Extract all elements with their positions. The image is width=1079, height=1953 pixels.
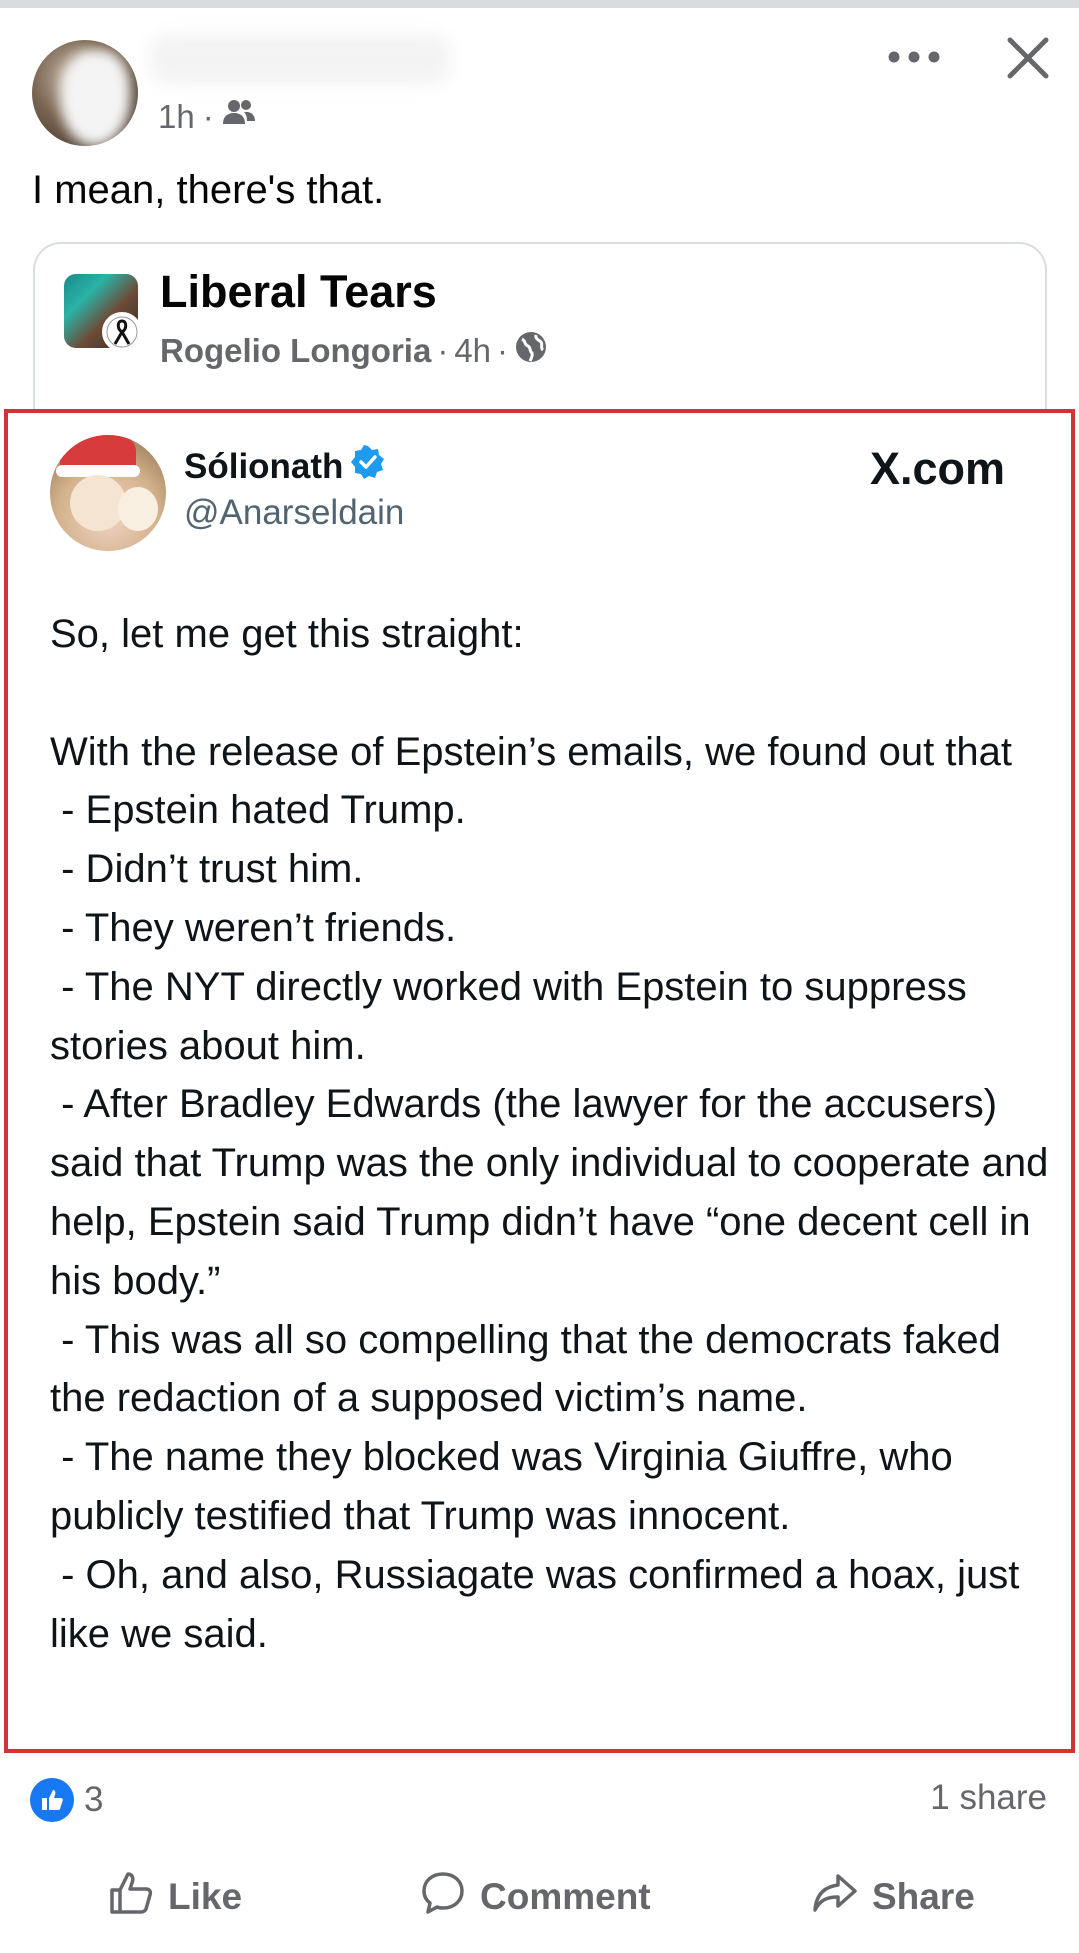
like-button[interactable]: Like	[108, 1862, 242, 1932]
share-button[interactable]: Share	[812, 1862, 975, 1932]
verified-badge-icon	[351, 445, 385, 488]
tweet-line: - This was all so compelling that the de…	[50, 1317, 1012, 1421]
meta-separator: ·	[497, 332, 509, 369]
tweet-line: With the release of Epstein’s emails, we…	[50, 729, 1013, 774]
share-label: Share	[872, 1876, 975, 1917]
friends-audience-icon	[222, 98, 256, 136]
tweet-line: - Didn’t trust him.	[50, 847, 364, 892]
post-text: I mean, there's that.	[32, 168, 385, 212]
tweet-screenshot: Sólionath @Anarseldain X.com So, let me …	[4, 409, 1075, 1753]
page-avatar[interactable]	[64, 274, 138, 348]
shared-time[interactable]: 4h	[454, 332, 491, 370]
like-label: Like	[168, 1876, 243, 1917]
comment-button[interactable]: Comment	[420, 1862, 651, 1932]
share-arrow-icon	[812, 1870, 858, 1925]
meta-separator: ·	[437, 332, 449, 369]
tweet-line: - The name they blocked was Virginia Giu…	[50, 1435, 964, 1538]
reaction-count: 3	[84, 1780, 104, 1819]
share-count[interactable]: 1 share	[930, 1778, 1047, 1818]
shared-page-name[interactable]: Liberal Tears	[160, 266, 437, 318]
tweet-line: - After Bradley Edwards (the lawyer for …	[50, 1082, 1060, 1303]
post-meta: 1h ·	[158, 98, 256, 136]
tweet-line: - Epstein hated Trump.	[50, 788, 466, 833]
tweet-line: - The NYT directly worked with Epstein t…	[50, 964, 978, 1068]
comment-icon	[420, 1870, 466, 1925]
tweet-author-name-row: Sólionath	[184, 445, 385, 488]
tweet-body: So, let me get this straight: With the r…	[50, 605, 1050, 1663]
reactions-summary[interactable]: 3	[30, 1778, 103, 1822]
tweet-line: - Oh, and also, Russiagate was confirmed…	[50, 1552, 1031, 1656]
like-reaction-icon	[30, 1778, 74, 1822]
globe-icon	[514, 330, 548, 372]
comment-label: Comment	[480, 1876, 651, 1917]
tweet-blank-line	[50, 664, 1050, 723]
tweet-author-handle: @Anarseldain	[184, 493, 405, 532]
tweet-line: So, let me get this straight:	[50, 612, 524, 656]
poster-name-redacted	[150, 34, 450, 84]
post-action-bar: Like Comment Share	[0, 1862, 1079, 1932]
tweet-author-name: Sólionath	[184, 446, 344, 486]
poster-avatar[interactable]	[32, 40, 138, 146]
tweet-source-label: X.com	[870, 443, 1006, 494]
tweet-author-avatar	[50, 435, 166, 551]
top-divider	[0, 0, 1079, 8]
close-icon[interactable]	[1000, 30, 1056, 86]
tweet-line: - They weren’t friends.	[50, 905, 457, 950]
shared-post-meta: Rogelio Longoria · 4h ·	[160, 330, 548, 372]
memorial-ribbon-icon	[102, 312, 138, 348]
post-time[interactable]: 1h	[158, 98, 195, 136]
more-options-icon[interactable]	[884, 42, 944, 72]
thumbs-up-icon	[108, 1870, 154, 1925]
meta-separator: ·	[202, 98, 214, 135]
shared-author[interactable]: Rogelio Longoria	[160, 332, 431, 370]
